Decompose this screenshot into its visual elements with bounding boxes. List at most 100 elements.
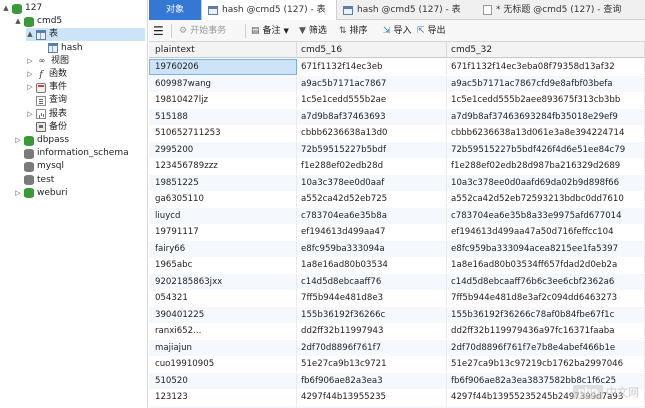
table-row[interactable]: ga6305110 a552ca42d52eb725 a552ca42d52eb72…: [149, 191, 645, 207]
cell-cmd5-32[interactable]: c14d5d8ebcaaff76b6c3ee6cbf2362a6: [447, 273, 645, 290]
cell-cmd5-32[interactable]: 51e27ca9b13c97219cb1762ba2997046: [447, 356, 645, 372]
cell-cmd5-16[interactable]: 1c5e1cedd555b2ae: [297, 92, 447, 108]
tree-item-14[interactable]: ▷ weburi: [14, 187, 145, 200]
cell-cmd5-32[interactable]: cbbb6236638a13d061e3a8e394224714: [447, 125, 645, 141]
cell-plaintext[interactable]: 19851225: [149, 174, 297, 191]
tree-item-1[interactable]: ▲ cmd5: [14, 15, 145, 28]
cell-plaintext[interactable]: 054321: [149, 290, 297, 306]
table-row[interactable]: 19791117 ef194613d499aa47 ef194613d499aa47…: [149, 224, 645, 240]
table-row[interactable]: 123123 4297f44b13955235 4297f44b1395523524…: [149, 389, 645, 405]
expand-icon[interactable]: ▷: [26, 55, 34, 68]
tree-item-2[interactable]: ▲ 表: [26, 28, 145, 42]
collapse-icon[interactable]: ▲: [14, 15, 22, 28]
column-header-plaintext[interactable]: plaintext: [149, 42, 297, 58]
cell-cmd5-16[interactable]: a9ac5b7171ac7867: [297, 75, 447, 92]
column-header-cmd5-16[interactable]: cmd5_16: [297, 42, 447, 58]
tree-item-7[interactable]: 查询: [26, 94, 145, 107]
collapse-icon[interactable]: ▲: [26, 28, 34, 41]
cell-plaintext[interactable]: 19760206: [149, 59, 297, 75]
cell-plaintext[interactable]: cuo19910905: [149, 356, 297, 372]
table-row[interactable]: 390401225 155b36192f36266c 155b36192f36266…: [149, 306, 645, 323]
cell-cmd5-16[interactable]: fb6f906ae82a3ea3: [297, 372, 447, 389]
cell-cmd5-32[interactable]: a7d9b8af37463693284fb35018e29ef9: [447, 108, 645, 125]
table-row[interactable]: ▶19760206671f1132f14ec3eb671f1132f14ec3e…: [149, 59, 645, 75]
filter-button[interactable]: ▼ 筛选: [299, 20, 327, 42]
tree-item-6[interactable]: ▷ 事件: [26, 81, 145, 94]
cell-cmd5-16[interactable]: a7d9b8af37463693: [297, 108, 447, 125]
expand-icon[interactable]: ▷: [14, 134, 22, 147]
cell-cmd5-16[interactable]: 51e27ca9b13c9721: [297, 356, 447, 372]
cell-cmd5-16[interactable]: 10a3c378ee0d0aaf: [297, 174, 447, 191]
cell-cmd5-32[interactable]: 1c5e1cedd555b2aee893675f313cb3bb: [447, 92, 645, 108]
cell-cmd5-32[interactable]: 1a8e16ad80b03534ff657fdad2d0eb2a: [447, 257, 645, 273]
table-row[interactable]: 19810427ljz 1c5e1cedd555b2ae 1c5e1cedd555b…: [149, 92, 645, 108]
cell-cmd5-16[interactable]: 155b36192f36266c: [297, 306, 447, 323]
cell-plaintext[interactable]: 510652711253: [149, 125, 297, 141]
tree-item-11[interactable]: information_schema: [14, 147, 145, 160]
table-row[interactable]: 609987wang a9ac5b7171ac7867 a9ac5b7171ac78…: [149, 75, 645, 92]
begin-transaction-button[interactable]: ⚙ 开始事务: [179, 20, 226, 42]
cell-cmd5-16[interactable]: 7ff5b944e481d8e3: [297, 290, 447, 306]
cell-cmd5-16[interactable]: ef194613d499aa47: [297, 224, 447, 240]
tree-item-10[interactable]: ▷ dbpass: [14, 134, 145, 147]
cell-plaintext[interactable]: 390401225: [149, 306, 297, 323]
cell-cmd5-16[interactable]: e8fc959ba333094a: [297, 240, 447, 257]
cell-cmd5-32[interactable]: 155b36192f36266c78af0b84fbe67f1c: [447, 306, 645, 323]
cell-cmd5-32[interactable]: 7ff5b944e481d8e3af2c094dd6463273: [447, 290, 645, 306]
cell-cmd5-32[interactable]: 10a3c378ee0d0aafd69da02b9d898f66: [447, 174, 645, 191]
expand-icon[interactable]: ▷: [26, 68, 34, 81]
tree-item-12[interactable]: mysql: [14, 160, 145, 173]
tab-objects[interactable]: 对象: [149, 0, 201, 20]
table-row[interactable]: liuycd c783704ea6e35b8a c783704ea6e35b8a33…: [149, 207, 645, 224]
cell-plaintext[interactable]: 9202185863jxx: [149, 273, 297, 290]
cell-cmd5-32[interactable]: 671f1132f14ec3eba08f79358d13af32: [447, 59, 645, 75]
tree-item-9[interactable]: 备份: [26, 121, 145, 134]
cell-cmd5-16[interactable]: f1e288ef02edb28d: [297, 158, 447, 174]
cell-cmd5-32[interactable]: 2df70d8896f761f7e7b8e4abef466b1e: [447, 339, 645, 356]
cell-plaintext[interactable]: ranxi652...: [149, 323, 297, 339]
tree-item-13[interactable]: test: [14, 174, 145, 187]
column-header-cmd5-32[interactable]: cmd5_32: [447, 42, 645, 58]
table-row[interactable]: 054321 7ff5b944e481d8e3 7ff5b944e481d8e3af…: [149, 290, 645, 306]
table-row[interactable]: 1965abc 1a8e16ad80b03534 1a8e16ad80b03534f…: [149, 257, 645, 273]
cell-plaintext[interactable]: fairy66: [149, 240, 297, 257]
table-row[interactable]: fairy66 e8fc959ba333094a e8fc959ba333094ac…: [149, 240, 645, 257]
table-row[interactable]: 2995200 72b59515227b5bdf 72b59515227b5bdf4…: [149, 141, 645, 158]
cell-cmd5-32[interactable]: ef194613d499aa47a50d716feffcc104: [447, 224, 645, 240]
menu-icon[interactable]: ☰: [153, 20, 164, 42]
cell-plaintext[interactable]: 2995200: [149, 141, 297, 158]
cell-plaintext[interactable]: ga6305110: [149, 191, 297, 207]
cell-plaintext[interactable]: 19791117: [149, 224, 297, 240]
table-row[interactable]: 510520 fb6f906ae82a3ea3 fb6f906ae82a3ea383…: [149, 372, 645, 389]
cell-cmd5-16[interactable]: 2df70d8896f761f7: [297, 339, 447, 356]
cell-cmd5-16[interactable]: c14d5d8ebcaaff76: [297, 273, 447, 290]
cell-plaintext[interactable]: 1965abc: [149, 257, 297, 273]
tree-item-8[interactable]: ▷ 报表: [26, 108, 145, 121]
import-button[interactable]: ⇲ 导入: [383, 20, 412, 42]
tree-item-4[interactable]: ▷ ∞ 视图: [26, 55, 145, 68]
cell-cmd5-16[interactable]: c783704ea6e35b8a: [297, 207, 447, 224]
tree-item-3[interactable]: hash: [38, 42, 145, 55]
tab-hash-table[interactable]: hash @cmd5 (127) - 表: [337, 0, 477, 20]
cell-cmd5-16[interactable]: 4297f44b13955235: [297, 389, 447, 405]
table-row[interactable]: cuo19910905 51e27ca9b13c9721 51e27ca9b13c9…: [149, 356, 645, 372]
sort-button[interactable]: ⇅ 排序: [339, 20, 368, 42]
cell-cmd5-16[interactable]: 72b59515227b5bdf: [297, 141, 447, 158]
table-row[interactable]: 19851225 10a3c378ee0d0aaf 10a3c378ee0d0aaf…: [149, 174, 645, 191]
memo-button[interactable]: ▤ 备注 ▼: [251, 20, 292, 42]
cell-plaintext[interactable]: 510520: [149, 372, 297, 389]
cell-plaintext[interactable]: 609987wang: [149, 75, 297, 92]
cell-cmd5-16[interactable]: dd2ff32b11997943: [297, 323, 447, 339]
table-row[interactable]: 515188 a7d9b8af37463693 a7d9b8af3746369328…: [149, 108, 645, 125]
export-button[interactable]: ⇱ 导出: [417, 20, 446, 42]
table-row[interactable]: majiajun 2df70d8896f761f7 2df70d8896f761f7…: [149, 339, 645, 356]
tab-untitled-query[interactable]: * 无标题 @cmd5 (127) - 查询: [477, 0, 645, 20]
cell-cmd5-32[interactable]: c783704ea6e35b8a33e9975afd677014: [447, 207, 645, 224]
cell-plaintext[interactable]: 19810427ljz: [149, 92, 297, 108]
cell-cmd5-32[interactable]: dd2ff32b119979436a97fc16371faaba: [447, 323, 645, 339]
expand-icon[interactable]: ▷: [14, 187, 22, 200]
cell-cmd5-32[interactable]: 72b59515227b5bdf426f4d6e51ee84c79: [447, 141, 645, 158]
cell-cmd5-32[interactable]: f1e288ef02edb28d987ba216329d2689: [447, 158, 645, 174]
table-row[interactable]: 123456789zzz f1e288ef02edb28d f1e288ef02ed…: [149, 158, 645, 174]
cell-cmd5-32[interactable]: a552ca42d52eb72593213bdbc0dd7610: [447, 191, 645, 207]
